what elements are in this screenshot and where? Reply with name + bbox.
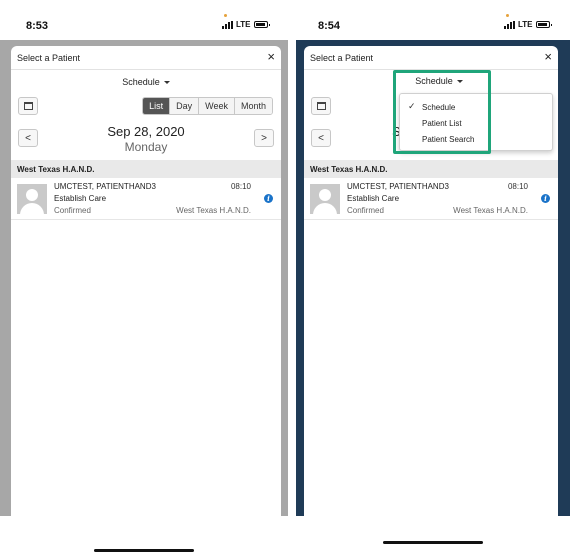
dropdown-item-patient-list[interactable]: Patient List (400, 115, 552, 131)
view-selector[interactable]: Schedule (11, 70, 281, 94)
tab-day[interactable]: Day (169, 98, 199, 114)
view-selector-label: Schedule (415, 76, 453, 86)
appointment-status: Confirmed (54, 206, 91, 215)
signal-icon (222, 20, 233, 29)
view-selector[interactable]: Schedule (399, 76, 479, 86)
location-dot-icon (224, 14, 227, 17)
status-indicators: LTE (504, 20, 552, 29)
toolbar: List Day Week Month (11, 94, 281, 120)
appointment-row[interactable]: UMCTEST, PATIENTHAND3 08:10 Establish Ca… (11, 178, 281, 220)
dropdown-item-patient-search[interactable]: Patient Search (400, 131, 552, 147)
close-button[interactable]: × (267, 49, 275, 65)
view-selector-label: Schedule (122, 77, 160, 87)
appointment-time: 08:10 (507, 182, 528, 191)
next-day-button[interactable]: > (254, 129, 274, 147)
appointment-location: West Texas H.A.N.D. (453, 206, 528, 215)
caret-down-icon (456, 79, 463, 83)
network-label: LTE (236, 20, 251, 29)
battery-icon (253, 21, 270, 28)
tab-list[interactable]: List (143, 98, 170, 114)
right-phone-screen: 8:54 LTE Select a Patient × < Se Monday … (296, 0, 570, 558)
close-button[interactable]: × (544, 49, 552, 65)
modal-header: Select a Patient × (11, 46, 281, 70)
location-group-header: West Texas H.A.N.D. (11, 160, 281, 178)
tab-week[interactable]: Week (198, 98, 234, 114)
battery-icon (535, 21, 552, 28)
calendar-button[interactable] (18, 97, 38, 115)
location-dot-icon (506, 14, 509, 17)
info-icon[interactable]: i (264, 194, 273, 203)
dropdown-item-label: Patient List (422, 118, 462, 128)
appointment-location: West Texas H.A.N.D. (176, 206, 251, 215)
signal-icon (504, 20, 515, 29)
avatar-placeholder-icon (17, 184, 47, 214)
modal-title: Select a Patient (17, 52, 81, 63)
status-bar: 8:54 LTE (296, 0, 570, 40)
checkmark-icon: ✓ (408, 101, 416, 111)
date-navigator: < Sep 28, 2020 Monday > (11, 120, 281, 160)
caret-down-icon (163, 80, 170, 84)
avatar-placeholder-icon (310, 184, 340, 214)
current-weekday: Monday (124, 140, 168, 154)
dropdown-item-label: Schedule (422, 102, 456, 112)
calendar-button[interactable] (311, 97, 331, 115)
appointment-type: Establish Care (347, 194, 400, 203)
view-tabs: List Day Week Month (142, 97, 273, 115)
status-time: 8:54 (318, 20, 341, 32)
home-indicator (383, 541, 483, 544)
select-patient-modal: Select a Patient × Schedule List Day Wee… (11, 46, 281, 532)
tab-month[interactable]: Month (233, 98, 272, 114)
view-dropdown-menu: ✓ Schedule Patient List Patient Search (399, 93, 553, 151)
appointment-status: Confirmed (347, 206, 384, 215)
dropdown-item-label: Patient Search (422, 134, 475, 144)
location-group-header: West Texas H.A.N.D. (304, 160, 558, 178)
appointment-row[interactable]: UMCTEST, PATIENTHAND3 08:10 Establish Ca… (304, 178, 558, 220)
patient-name: UMCTEST, PATIENTHAND3 (347, 182, 449, 191)
status-time: 8:53 (26, 20, 49, 32)
dropdown-item-schedule[interactable]: ✓ Schedule (400, 99, 552, 115)
modal-title: Select a Patient (310, 52, 374, 63)
appointment-time: 08:10 (230, 182, 251, 191)
appointment-type: Establish Care (54, 194, 107, 203)
current-date: Sep 28, 2020 (107, 124, 185, 139)
status-bar: 8:53 LTE (0, 0, 288, 40)
home-indicator (94, 549, 194, 552)
info-icon[interactable]: i (541, 194, 550, 203)
modal-header: Select a Patient × (304, 46, 558, 70)
network-label: LTE (518, 20, 533, 29)
patient-name: UMCTEST, PATIENTHAND3 (54, 182, 156, 191)
status-indicators: LTE (222, 20, 270, 29)
calendar-icon (23, 102, 33, 110)
left-phone-screen: 8:53 LTE Select a Patient × Schedule Lis… (0, 0, 288, 558)
calendar-icon (316, 102, 326, 110)
